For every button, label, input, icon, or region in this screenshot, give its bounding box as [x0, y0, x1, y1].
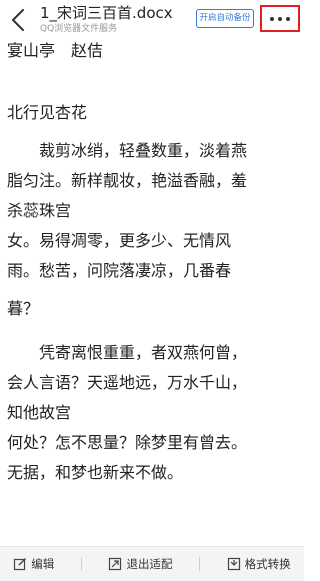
text-line: 女。易得凋零，更多少、无情风	[7, 231, 232, 250]
convert-icon	[227, 557, 240, 571]
toolbar-divider	[80, 557, 82, 571]
document-content: 宴山亭 赵佶 北行见杏花 裁剪冰绡，轻叠数重，淡着燕 脂匀注。新样靓妆，艳溢香融…	[7, 40, 299, 488]
document-source: QQ浏览器文件服务	[40, 24, 118, 34]
exit-icon	[109, 557, 122, 571]
text-line: 脂匀注。新样靓妆，艳溢香融，羞	[7, 171, 248, 190]
text-line: 暮？	[7, 299, 40, 318]
text-line: 凭寄离恨重重，者双燕何曾，	[39, 343, 248, 362]
more-options-button[interactable]	[260, 5, 300, 32]
text-line: 无据，和梦也新来不做。	[7, 463, 184, 482]
edit-icon	[14, 558, 27, 571]
text-line: 何处？怎不思量？除梦里有曾去。	[7, 433, 248, 452]
text-line: 杀蕊珠宫	[7, 201, 72, 220]
exit-adapt-button[interactable]: 退出适配	[108, 556, 172, 572]
toolbar-divider	[199, 557, 201, 571]
poem-subtitle: 北行见杏花	[7, 103, 88, 122]
poem-heading: 宴山亭 赵佶	[7, 41, 104, 60]
back-arrow-icon[interactable]	[6, 6, 30, 34]
bottom-toolbar: 编辑 退出适配 格式转换	[0, 546, 304, 581]
edit-button[interactable]: 编辑	[13, 556, 54, 572]
text-line: 知他故宫	[7, 403, 72, 422]
text-line: 裁剪冰绡，轻叠数重，淡着燕	[39, 141, 248, 160]
auto-backup-button[interactable]: 开启自动备份	[196, 9, 254, 28]
edit-label: 编辑	[31, 557, 55, 571]
format-convert-label: 格式转换	[244, 557, 291, 571]
format-convert-button[interactable]: 格式转换	[227, 556, 291, 572]
text-line: 雨。愁苦，问院落凄凉，几番春	[7, 261, 232, 280]
top-bar: 1_宋词三百首.docx QQ浏览器文件服务 开启自动备份	[0, 0, 304, 40]
exit-adapt-label: 退出适配	[126, 557, 173, 571]
document-title: 1_宋词三百首.docx	[40, 4, 173, 22]
more-dots-icon	[270, 16, 290, 21]
text-line: 会人言语？天遥地远，万水千山，	[7, 373, 248, 392]
